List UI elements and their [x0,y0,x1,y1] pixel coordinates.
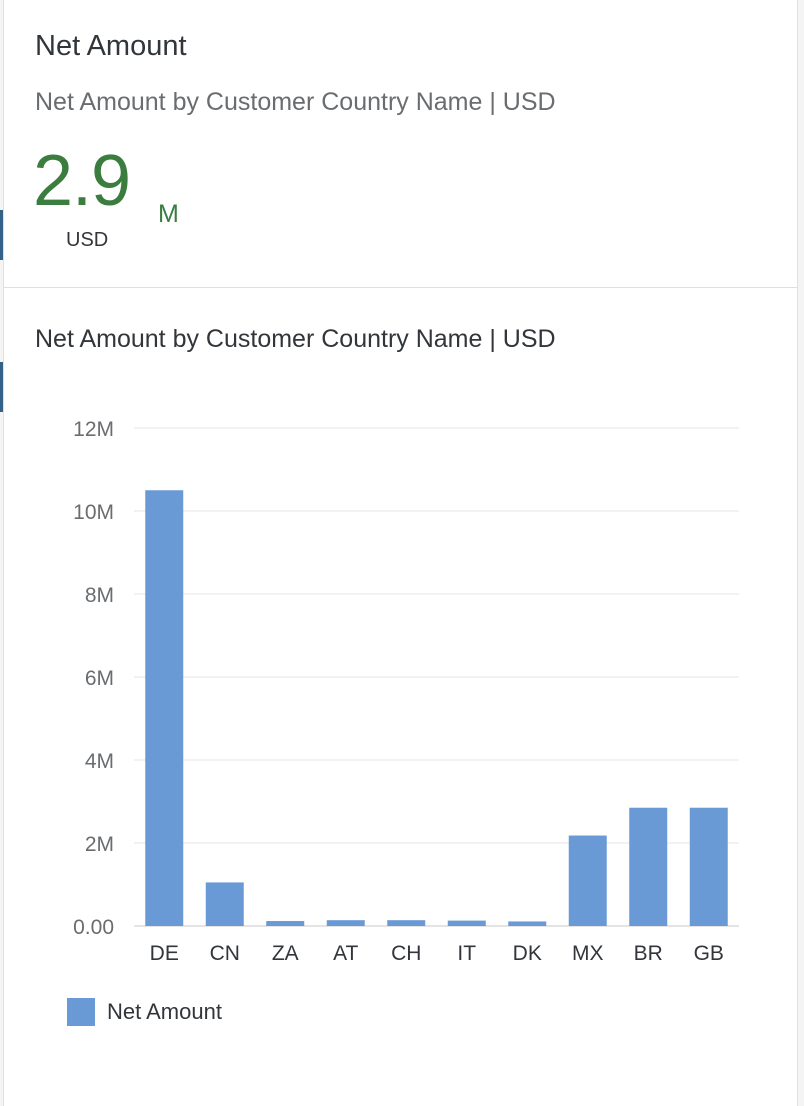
y-tick-label: 12M [73,418,114,441]
x-tick-label: CH [391,942,421,965]
bar-gb[interactable] [689,807,728,926]
y-tick-label: 10M [73,501,114,524]
bar-it[interactable] [447,920,486,926]
bar-ch[interactable] [387,920,426,926]
y-tick-label: 2M [85,833,114,856]
kpi-value: 2.9 [33,141,131,221]
x-tick-label: AT [333,942,358,965]
x-tick-label: GB [694,942,724,965]
x-tick-label: ZA [272,942,299,965]
card-title: Net Amount [35,30,187,62]
x-tick-label: MX [572,942,604,965]
kpi-unit: USD [66,229,109,251]
card-header[interactable]: Net Amount Net Amount by Customer Countr… [4,0,797,288]
bar-dk[interactable] [508,921,547,926]
kpi-card[interactable]: Net Amount Net Amount by Customer Countr… [3,0,798,1106]
bar-cn[interactable] [205,882,244,926]
chart-title: Net Amount by Customer Country Name | US… [35,325,556,353]
bar-chart[interactable]: 0.00 2M 4M 6M 8M 10M 12M DE CN ZA AT CH IT DK MX BR GB [4,380,799,990]
x-tick-label: BR [634,942,663,965]
y-tick-label: 6M [85,667,114,690]
bar-mx[interactable] [568,835,607,926]
legend-label: Net Amount [107,999,222,1024]
bar-de[interactable] [145,490,184,926]
card-subtitle: Net Amount by Customer Country Name | US… [35,88,556,116]
x-tick-label: DK [513,942,542,965]
bar-at[interactable] [326,920,365,926]
y-tick-label: 0.00 [73,916,114,939]
x-tick-label: DE [150,942,179,965]
y-tick-label: 8M [85,584,114,607]
chart-legend[interactable]: Net Amount [67,998,222,1026]
bar-br[interactable] [629,807,668,926]
y-tick-label: 4M [85,750,114,773]
legend-swatch [67,998,95,1026]
x-tick-label: CN [210,942,240,965]
kpi-scale: M [158,200,179,228]
x-tick-label: IT [457,942,476,965]
bar-za[interactable] [266,921,305,926]
